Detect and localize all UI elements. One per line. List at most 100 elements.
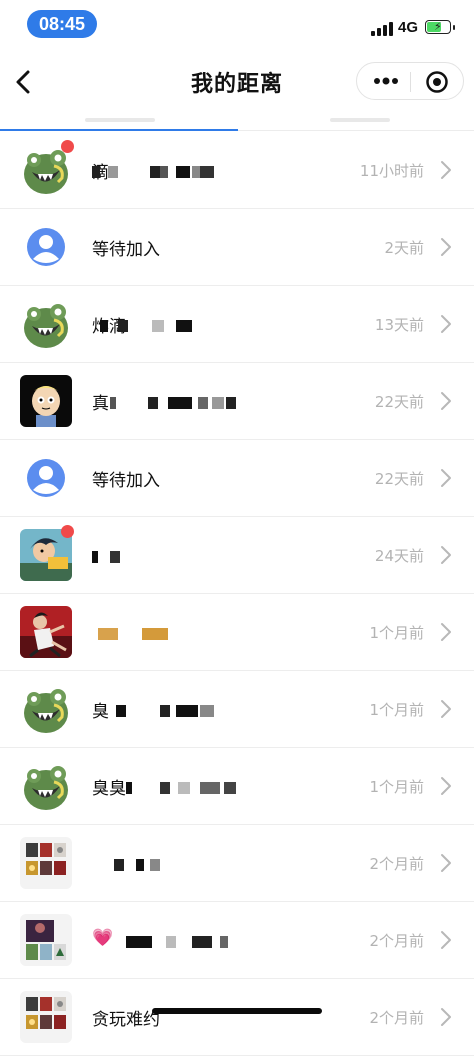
last-active-time: 2天前 xyxy=(384,239,424,257)
more-dots-icon[interactable] xyxy=(371,69,401,93)
status-bar: 08:45 4G ⚡ xyxy=(0,0,474,48)
chevron-right-icon xyxy=(441,1008,451,1026)
friend-name: 臭臭 xyxy=(92,779,126,799)
target-close-icon[interactable] xyxy=(423,68,451,96)
redaction-block xyxy=(200,166,214,178)
redaction-block xyxy=(110,397,116,409)
redaction-block xyxy=(92,551,98,563)
friend-name: 贪玩难约 xyxy=(92,1010,160,1030)
friend-row[interactable]: 真 22天前 xyxy=(0,363,474,440)
redaction-block xyxy=(176,320,192,332)
friend-row[interactable]: 臭臭 1个月前 xyxy=(0,748,474,825)
redaction-block xyxy=(98,628,118,640)
friend-row[interactable]: 等待加入 2天前 xyxy=(0,209,474,286)
last-active-time: 2个月前 xyxy=(369,932,424,950)
redaction-block xyxy=(176,705,198,717)
avatar xyxy=(20,991,72,1043)
redaction-block xyxy=(160,782,170,794)
last-active-time: 22天前 xyxy=(374,470,424,488)
avatar xyxy=(20,452,72,504)
tab-indicator xyxy=(0,118,474,132)
redaction-block xyxy=(176,166,190,178)
friend-name: 等待加入 xyxy=(92,240,160,260)
signal-icon xyxy=(371,22,395,36)
avatar xyxy=(20,683,72,735)
chevron-right-icon xyxy=(441,161,451,179)
chevron-right-icon xyxy=(441,777,451,795)
friend-name: 臭 xyxy=(92,702,109,722)
avatar xyxy=(20,837,72,889)
avatar xyxy=(20,760,72,812)
friend-row[interactable]: 炸滴 13天前 xyxy=(0,286,474,363)
redaction-block xyxy=(150,859,160,871)
chevron-right-icon xyxy=(441,854,451,872)
unread-badge xyxy=(61,140,74,153)
friend-row[interactable]: 1个月前 xyxy=(0,594,474,671)
redaction-block xyxy=(220,936,228,948)
friend-name: 真 xyxy=(92,394,109,414)
chevron-right-icon xyxy=(441,700,451,718)
avatar xyxy=(20,298,72,350)
redaction-block xyxy=(166,936,176,948)
redaction-block xyxy=(178,782,190,794)
avatar xyxy=(20,221,72,273)
last-active-time: 2个月前 xyxy=(369,1009,424,1027)
redaction-block xyxy=(100,320,108,332)
friend-row[interactable]: 等待加入 22天前 xyxy=(0,440,474,517)
friend-name: 等待加入 xyxy=(92,471,160,491)
avatar xyxy=(20,914,72,966)
redaction-block xyxy=(160,705,170,717)
chevron-right-icon xyxy=(441,931,451,949)
redaction-block xyxy=(200,782,220,794)
redaction-block xyxy=(192,936,212,948)
redaction-block xyxy=(142,628,168,640)
nav-bar: 我的距离 xyxy=(0,48,474,118)
redaction-block xyxy=(116,705,126,717)
friend-row[interactable]: 24天前 xyxy=(0,517,474,594)
chevron-right-icon xyxy=(441,469,451,487)
network-label: 4G xyxy=(398,19,419,36)
last-active-time: 13天前 xyxy=(374,316,424,334)
redaction-block xyxy=(92,166,100,178)
redaction-block xyxy=(126,782,132,794)
last-active-time: 1个月前 xyxy=(369,701,424,719)
redaction-block xyxy=(126,936,152,948)
redaction-block xyxy=(110,551,120,563)
last-active-time: 24天前 xyxy=(374,547,424,565)
redaction-block xyxy=(150,166,160,178)
redaction-block xyxy=(200,705,214,717)
avatar xyxy=(20,375,72,427)
redaction-block xyxy=(148,397,158,409)
friend-list: 滴 11小时前 等待加入 2天前 炸滴 13天前真 22天前 等待加入 22天前 24天前 1个月前… xyxy=(0,132,474,1056)
friend-row[interactable]: 💗 2个月前 xyxy=(0,902,474,979)
friend-row[interactable]: 2个月前 xyxy=(0,825,474,902)
last-active-time: 2个月前 xyxy=(369,855,424,873)
unread-badge xyxy=(61,525,74,538)
redaction-block xyxy=(226,397,236,409)
redaction-block xyxy=(168,397,192,409)
last-active-time: 1个月前 xyxy=(369,624,424,642)
redaction-block xyxy=(108,166,118,178)
friend-row[interactable]: 贪玩难约 2个月前 xyxy=(0,979,474,1056)
redaction-block xyxy=(224,782,236,794)
chevron-right-icon xyxy=(441,546,451,564)
redaction-block xyxy=(118,320,128,332)
status-time: 08:45 xyxy=(27,10,97,38)
redaction-block xyxy=(192,166,200,178)
redaction-block xyxy=(160,166,168,178)
redaction-block xyxy=(136,859,144,871)
redaction-block xyxy=(114,859,124,871)
avatar xyxy=(20,606,72,658)
friend-row[interactable]: 滴 11小时前 xyxy=(0,132,474,209)
redaction-block xyxy=(198,397,208,409)
friend-row[interactable]: 臭 1个月前 xyxy=(0,671,474,748)
chevron-right-icon xyxy=(441,623,451,641)
chevron-right-icon xyxy=(441,315,451,333)
tab-active-underline xyxy=(0,129,238,131)
chevron-right-icon xyxy=(441,238,451,256)
mini-program-capsule xyxy=(356,62,464,100)
last-active-time: 22天前 xyxy=(374,393,424,411)
redaction-block xyxy=(152,320,164,332)
battery-icon: ⚡ xyxy=(425,20,455,34)
redaction-block xyxy=(212,397,224,409)
